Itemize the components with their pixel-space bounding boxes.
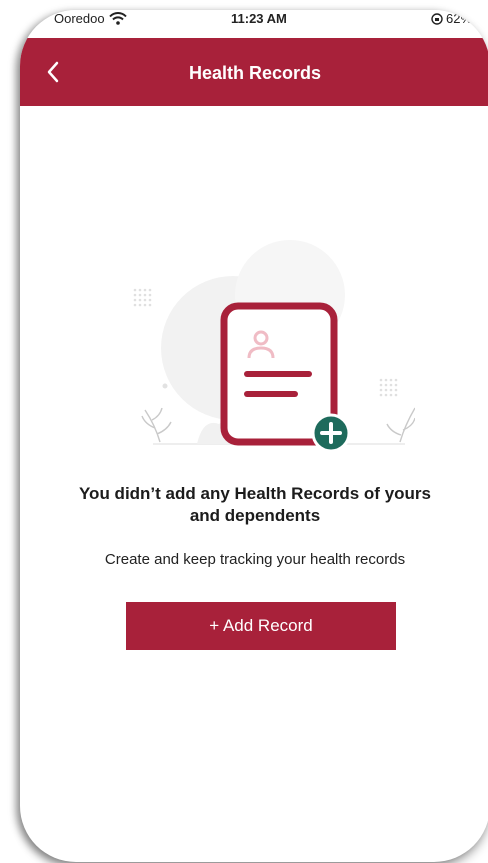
app-header: Health Records	[20, 38, 488, 106]
orientation-lock-icon	[431, 12, 443, 25]
dot-grid-right	[379, 378, 398, 397]
add-record-button[interactable]: + Add Record	[126, 602, 396, 650]
status-time: 11:23 AM	[231, 11, 287, 26]
battery-percent: 62%	[446, 11, 473, 26]
leaf-right-icon	[386, 407, 415, 443]
phone-screen: Ooredoo 11:23 AM 62% Health Records You …	[20, 10, 488, 862]
empty-records-illustration	[133, 240, 415, 453]
wifi-icon	[108, 12, 127, 25]
battery-group: 62%	[431, 11, 472, 26]
empty-state-title: You didn’t add any Health Records of you…	[20, 483, 488, 527]
empty-state-subtitle: Create and keep tracking your health rec…	[104, 551, 406, 568]
empty-state-title-line1: You didn’t add any Health Records of you…	[78, 484, 431, 503]
deco-dot	[162, 383, 168, 389]
dot-grid-left	[133, 288, 152, 307]
empty-state-title-line2: and dependents	[189, 506, 321, 525]
leaf-left-icon	[141, 407, 172, 443]
carrier-name: Ooredoo	[54, 11, 105, 26]
status-bar: Ooredoo 11:23 AM 62%	[20, 10, 488, 38]
page-title: Health Records	[188, 63, 322, 83]
carrier-group: Ooredoo	[54, 11, 127, 26]
